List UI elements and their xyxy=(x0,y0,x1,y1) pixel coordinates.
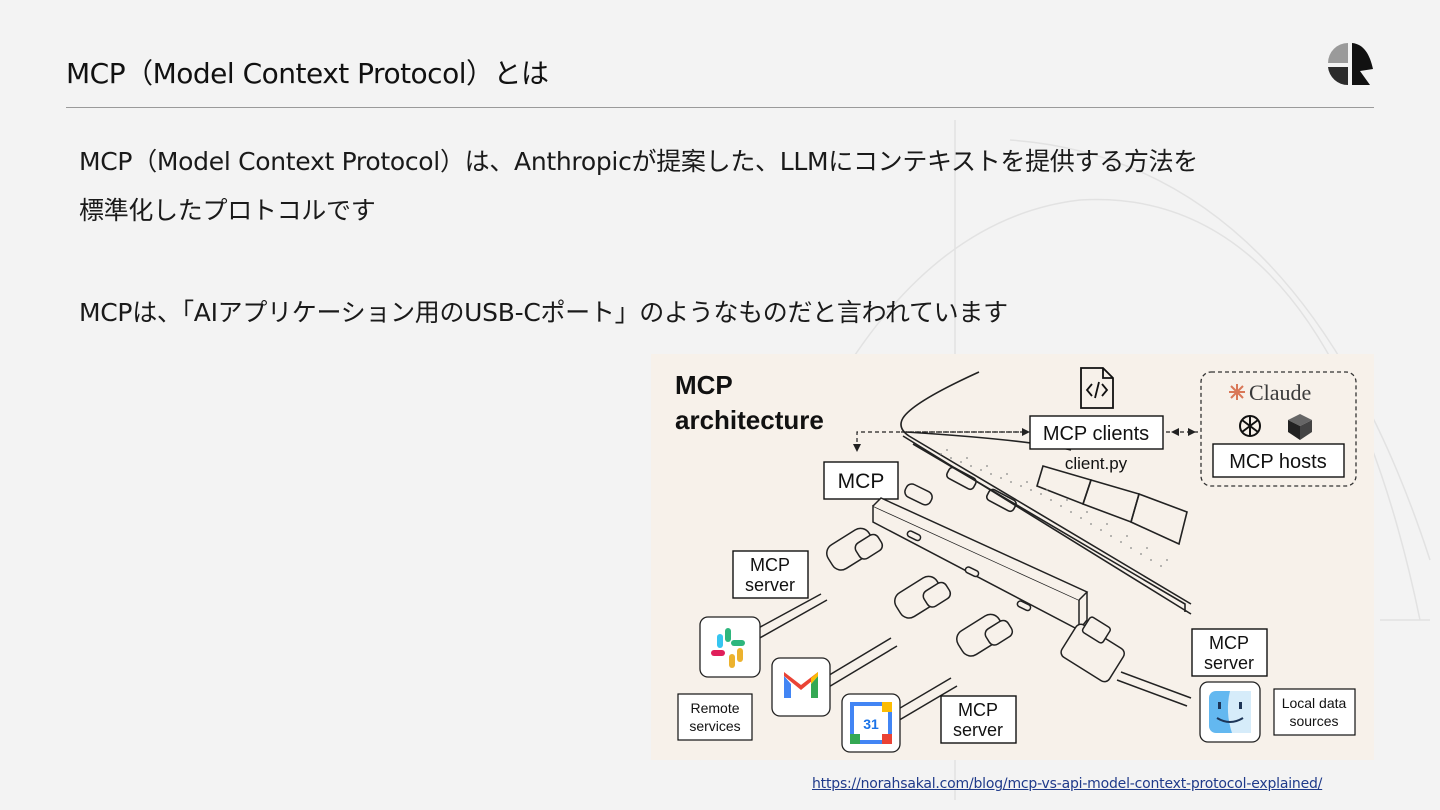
intro-line-1: MCP（Model Context Protocol）は、Anthropicが提… xyxy=(79,147,1198,176)
finder-icon xyxy=(1199,681,1261,743)
figure-heading-line-2: architecture xyxy=(675,405,824,435)
mcp-clients-label: MCP clients xyxy=(1043,423,1149,445)
page-title: MCP（Model Context Protocol）とは xyxy=(66,57,549,90)
claude-logo-icon xyxy=(1229,384,1245,400)
mcp-server-2-line-2: server xyxy=(1204,653,1254,673)
mcp-server-1-line-1: MCP xyxy=(750,555,790,575)
remote-services-line-2: services xyxy=(689,718,740,734)
google-calendar-icon: 31 xyxy=(841,693,901,753)
client-file-label: client.py xyxy=(1065,454,1128,473)
arrow-head-right xyxy=(1022,428,1030,436)
calendar-date: 31 xyxy=(863,716,879,732)
intro-line-2: 標準化したプロトコルです xyxy=(79,196,376,225)
arrow-head-down xyxy=(853,444,861,452)
mcp-hub-label: MCP xyxy=(838,470,885,493)
slack-icon xyxy=(699,616,761,678)
arrow-head-right-2 xyxy=(1188,428,1196,436)
figure-heading-line-1: MCP xyxy=(675,370,733,400)
file-code-icon xyxy=(1080,367,1114,409)
openai-logo-icon xyxy=(1239,415,1261,437)
arrow-head-left xyxy=(1171,428,1179,436)
mcp-hosts-label: MCP hosts xyxy=(1229,451,1326,473)
slide: MCP（Model Context Protocol）とは MCP（Model … xyxy=(0,0,1440,810)
mcp-architecture-figure: MCP architecture MCP clients client.py C… xyxy=(651,354,1374,760)
local-data-line-2: sources xyxy=(1289,713,1338,729)
cube-logo-icon xyxy=(1288,414,1312,440)
mcp-server-1-line-2: server xyxy=(745,575,795,595)
gmail-icon xyxy=(771,657,831,717)
local-data-line-1: Local data xyxy=(1282,695,1347,711)
usb-c-analogy: MCPは、「AIアプリケーション用のUSB-Cポート」のようなものだと言われてい… xyxy=(79,298,1008,327)
usb-a-cable xyxy=(1060,616,1192,707)
mcp-server-3-line-1: MCP xyxy=(958,700,998,720)
title-divider xyxy=(66,107,1374,108)
mcp-server-2-line-1: MCP xyxy=(1209,633,1249,653)
mcp-server-3-line-2: server xyxy=(953,720,1003,740)
claude-wordmark: Claude xyxy=(1249,380,1311,405)
remote-services-line-1: Remote xyxy=(690,700,739,716)
source-link[interactable]: https://norahsakal.com/blog/mcp-vs-api-m… xyxy=(812,776,1322,792)
brand-logo-icon xyxy=(1328,43,1373,86)
